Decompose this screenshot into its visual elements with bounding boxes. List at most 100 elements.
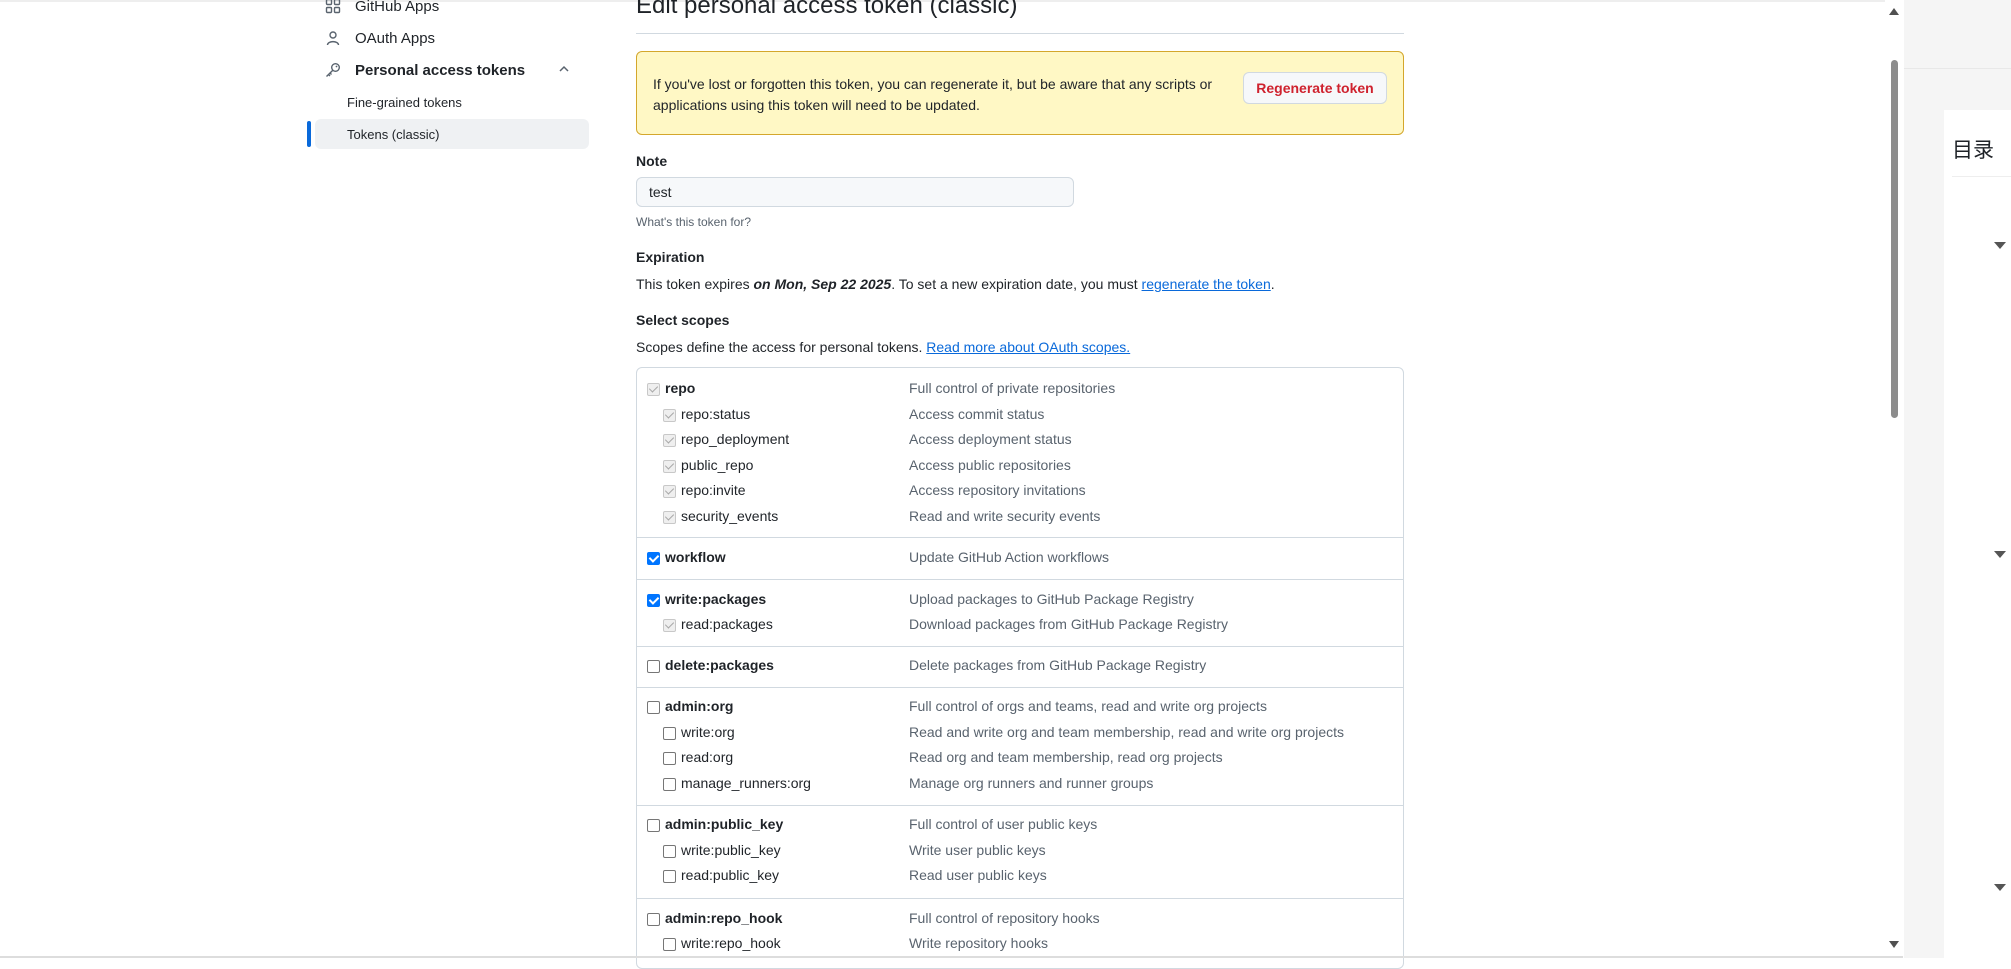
regenerate-token-button[interactable]: Regenerate token xyxy=(1243,72,1387,104)
scope-checkbox-admin-repo-hook[interactable] xyxy=(647,913,660,926)
scope-row-security-events: security_events Read and write security … xyxy=(637,505,1403,530)
sidebar-item-github-apps[interactable]: GitHub Apps xyxy=(305,0,589,21)
scope-name: repo xyxy=(665,380,696,396)
person-icon xyxy=(323,28,343,48)
sidebar-item-oauth-apps[interactable]: OAuth Apps xyxy=(305,23,589,53)
scroll-up-arrow-icon[interactable] xyxy=(1889,8,1899,15)
scope-group-delete-packages: delete:packages Delete packages from Git… xyxy=(637,646,1403,688)
scope-group-packages: write:packages Upload packages to GitHub… xyxy=(637,579,1403,647)
regenerate-warning-flash: If you've lost or forgotten this token, … xyxy=(636,51,1404,135)
scope-name: admin:org xyxy=(665,698,734,714)
toc-title: 目录 xyxy=(1952,138,1994,162)
sidebar-item-label: Personal access tokens xyxy=(355,61,526,79)
scope-checkbox-repo-deployment[interactable] xyxy=(663,434,676,447)
scope-row-read-public-key: read:public_key Read user public keys xyxy=(637,864,1403,889)
toc-expand-icon[interactable] xyxy=(1994,551,2006,558)
sidebar-item-personal-access-tokens[interactable]: Personal access tokens xyxy=(305,55,589,85)
scope-row-repo-status: repo:status Access commit status xyxy=(637,403,1403,428)
scope-description: Download packages from GitHub Package Re… xyxy=(909,616,1229,632)
expiration-label: Expiration xyxy=(636,249,705,265)
scope-checkbox-admin-org[interactable] xyxy=(647,701,660,714)
expiration-suffix: . xyxy=(1270,276,1275,292)
scope-row-repo: repo Full control of private repositorie… xyxy=(637,377,1403,402)
scope-checkbox-read-packages[interactable] xyxy=(663,619,676,632)
scope-checkbox-read-org[interactable] xyxy=(663,752,676,765)
scope-description: Full control of orgs and teams, read and… xyxy=(909,698,1267,714)
scope-checkbox-write-org[interactable] xyxy=(663,727,676,740)
scope-name: write:public_key xyxy=(681,842,781,858)
note-hint: What's this token for? xyxy=(636,215,752,229)
scope-row-write-packages: write:packages Upload packages to GitHub… xyxy=(637,588,1403,613)
right-panel-header xyxy=(1904,0,2011,69)
scope-checkbox-repo-invite[interactable] xyxy=(663,485,676,498)
scope-checkbox-delete-packages[interactable] xyxy=(647,660,660,673)
scope-row-write-repo-hook: write:repo_hook Write repository hooks xyxy=(637,932,1403,957)
scope-name: admin:public_key xyxy=(665,816,784,832)
scope-row-workflow: workflow Update GitHub Action workflows xyxy=(637,546,1403,571)
apps-icon xyxy=(323,0,343,16)
scope-description: Full control of private repositories xyxy=(909,380,1116,396)
scope-checkbox-write-repo-hook[interactable] xyxy=(663,938,676,951)
sidebar-item-tokens-classic[interactable]: Tokens (classic) xyxy=(315,119,589,149)
scopes-list: repo Full control of private repositorie… xyxy=(636,367,1404,969)
scope-name: repo:status xyxy=(681,406,751,422)
scope-checkbox-repo[interactable] xyxy=(647,383,660,396)
page-title: Edit personal access token (classic) xyxy=(636,0,1018,19)
scope-checkbox-write-packages[interactable] xyxy=(647,594,660,607)
expiration-date: on Mon, Sep 22 2025 xyxy=(753,276,892,292)
scope-description: Access public repositories xyxy=(909,457,1071,473)
scroll-down-arrow-icon[interactable] xyxy=(1889,941,1899,948)
scope-name: write:repo_hook xyxy=(681,935,781,951)
scope-description: Read user public keys xyxy=(909,867,1047,883)
scope-name: admin:repo_hook xyxy=(665,910,783,926)
scope-checkbox-repo-status[interactable] xyxy=(663,409,676,422)
scope-description: Manage org runners and runner groups xyxy=(909,775,1154,791)
scope-checkbox-read-public-key[interactable] xyxy=(663,870,676,883)
scope-description: Full control of user public keys xyxy=(909,816,1098,832)
scope-description: Write repository hooks xyxy=(909,935,1049,951)
scope-name: manage_runners:org xyxy=(681,775,811,791)
toc-expand-icon[interactable] xyxy=(1994,884,2006,891)
scope-row-manage-runners-org: manage_runners:org Manage org runners an… xyxy=(637,772,1403,797)
sidebar-item-label: OAuth Apps xyxy=(355,29,436,47)
scope-description: Access repository invitations xyxy=(909,482,1086,498)
scope-name: security_events xyxy=(681,508,779,524)
toc-divider xyxy=(1952,176,2011,177)
scope-row-repo-invite: repo:invite Access repository invitation… xyxy=(637,479,1403,504)
oauth-scopes-link[interactable]: Read more about OAuth scopes. xyxy=(926,339,1130,355)
toc-expand-icon[interactable] xyxy=(1994,242,2006,249)
scope-checkbox-workflow[interactable] xyxy=(647,552,660,565)
chevron-up-icon[interactable] xyxy=(557,62,571,80)
scope-group-admin-org: admin:org Full control of orgs and teams… xyxy=(637,687,1403,806)
scope-group-workflow: workflow Update GitHub Action workflows xyxy=(637,537,1403,580)
scope-description: Delete packages from GitHub Package Regi… xyxy=(909,657,1207,673)
scope-row-write-org: write:org Read and write org and team me… xyxy=(637,721,1403,746)
scope-row-admin-repo-hook: admin:repo_hook Full control of reposito… xyxy=(637,907,1403,932)
flash-message: If you've lost or forgotten this token, … xyxy=(653,76,1213,113)
expiration-middle: . To set a new expiration date, you must xyxy=(891,276,1142,292)
sidebar-item-fine-grained-tokens[interactable]: Fine-grained tokens xyxy=(305,87,589,117)
scope-description: Access commit status xyxy=(909,406,1045,422)
scope-name: repo:invite xyxy=(681,482,746,498)
table-of-contents: 目录 xyxy=(1944,110,2011,958)
scope-row-admin-org: admin:org Full control of orgs and teams… xyxy=(637,695,1403,720)
scope-description: Read org and team membership, read org p… xyxy=(909,749,1223,765)
sidebar-item-label: Fine-grained tokens xyxy=(347,94,462,110)
active-indicator xyxy=(307,121,311,147)
sidebar-item-label: GitHub Apps xyxy=(355,0,440,15)
expiration-text: This token expires on Mon, Sep 22 2025. … xyxy=(636,276,1275,292)
scope-checkbox-manage-runners-org[interactable] xyxy=(663,778,676,791)
scrollbar-thumb[interactable] xyxy=(1891,60,1898,418)
scope-checkbox-admin-public-key[interactable] xyxy=(647,819,660,832)
scopes-description-text: Scopes define the access for personal to… xyxy=(636,339,927,355)
scope-description: Full control of repository hooks xyxy=(909,910,1100,926)
note-input[interactable] xyxy=(636,177,1074,207)
scope-checkbox-write-public-key[interactable] xyxy=(663,845,676,858)
key-icon xyxy=(323,60,343,80)
scope-name: workflow xyxy=(665,549,726,565)
scopes-description: Scopes define the access for personal to… xyxy=(636,339,1130,355)
regenerate-token-link[interactable]: regenerate the token xyxy=(1142,276,1271,292)
scope-checkbox-security-events[interactable] xyxy=(663,511,676,524)
scope-checkbox-public-repo[interactable] xyxy=(663,460,676,473)
scope-row-read-org: read:org Read org and team membership, r… xyxy=(637,746,1403,771)
